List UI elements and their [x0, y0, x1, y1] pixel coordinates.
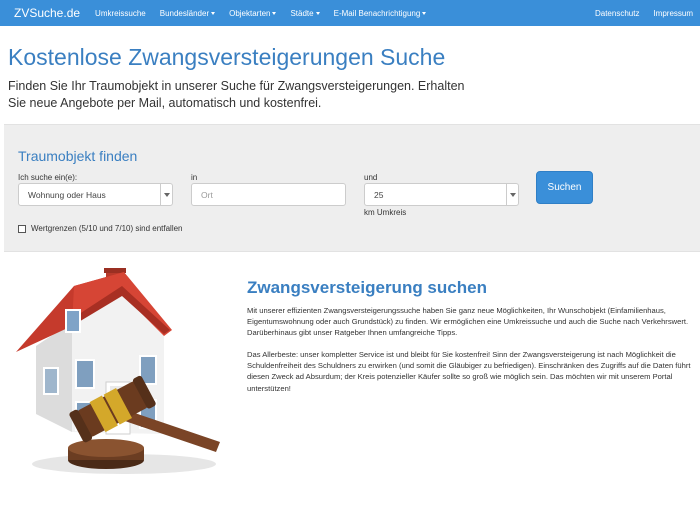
nav-label: E-Mail Benachrichtigung [333, 8, 421, 18]
nav-label: Bundesländer [159, 8, 210, 18]
caret-down-icon [272, 11, 277, 15]
section-paragraph-2: Das Allerbeste: unser kompletter Service… [247, 350, 691, 393]
value-limit-checkbox-row[interactable]: Wertgrenzen (5/10 und 7/10) sind entfall… [18, 224, 183, 233]
brand-logo-link[interactable]: ZVSuche.de [14, 6, 80, 20]
object-type-select[interactable]: Wohnung oder Haus [18, 183, 173, 206]
search-panel-title: Traumobjekt finden [18, 148, 138, 164]
nav-label: Objektarten [229, 8, 271, 18]
house-gavel-illustration [16, 268, 220, 474]
radius-unit-label: km Umkreis [364, 208, 407, 217]
nav-bundeslaender-dropdown[interactable]: Bundesländer [153, 9, 222, 18]
radius-select[interactable]: 25 [364, 183, 519, 206]
radius-value: 25 [374, 189, 384, 200]
value-limit-checkbox[interactable] [18, 224, 26, 233]
location-label: in [191, 173, 198, 182]
location-input[interactable] [191, 183, 346, 206]
nav-email-benachrichtigung-dropdown[interactable]: E-Mail Benachrichtigung [327, 9, 434, 18]
radius-label: und [364, 173, 378, 182]
caret-down-icon [211, 11, 216, 15]
object-type-label: Ich suche ein(e): [18, 173, 78, 182]
chevron-down-icon [160, 184, 172, 205]
page-title: Kostenlose Zwangsversteigerungen Suche [8, 44, 446, 70]
chevron-down-icon [506, 184, 518, 205]
nav-umkreissuche[interactable]: Umkreissuche [88, 9, 153, 18]
value-limit-checkbox-label: Wertgrenzen (5/10 und 7/10) sind entfall… [31, 224, 183, 233]
page-lead-text: Finden Sie Ihr Traumobjekt in unserer Su… [8, 79, 465, 110]
nav-impressum[interactable]: Impressum [646, 9, 700, 18]
nav-label: Städte [290, 8, 314, 18]
navbar: ZVSuche.de Umkreissuche Bundesländer Obj… [0, 0, 700, 26]
search-panel: Traumobjekt finden Ich suche ein(e): Woh… [4, 124, 700, 252]
nav-right: Datenschutz Impressum [588, 9, 700, 18]
search-button[interactable]: Suchen [536, 171, 593, 204]
nav-datenschutz[interactable]: Datenschutz [588, 9, 646, 18]
nav-staedte-dropdown[interactable]: Städte [283, 9, 326, 18]
nav-objektarten-dropdown[interactable]: Objektarten [222, 9, 283, 18]
caret-down-icon [422, 11, 427, 15]
caret-down-icon [315, 11, 320, 15]
section-paragraph-1: Mit unserer effizienten Zwangsversteiger… [247, 306, 689, 338]
nav-label: Umkreissuche [95, 8, 146, 18]
object-type-value: Wohnung oder Haus [28, 189, 106, 200]
section-title: Zwangsversteigerung suchen [247, 278, 487, 297]
